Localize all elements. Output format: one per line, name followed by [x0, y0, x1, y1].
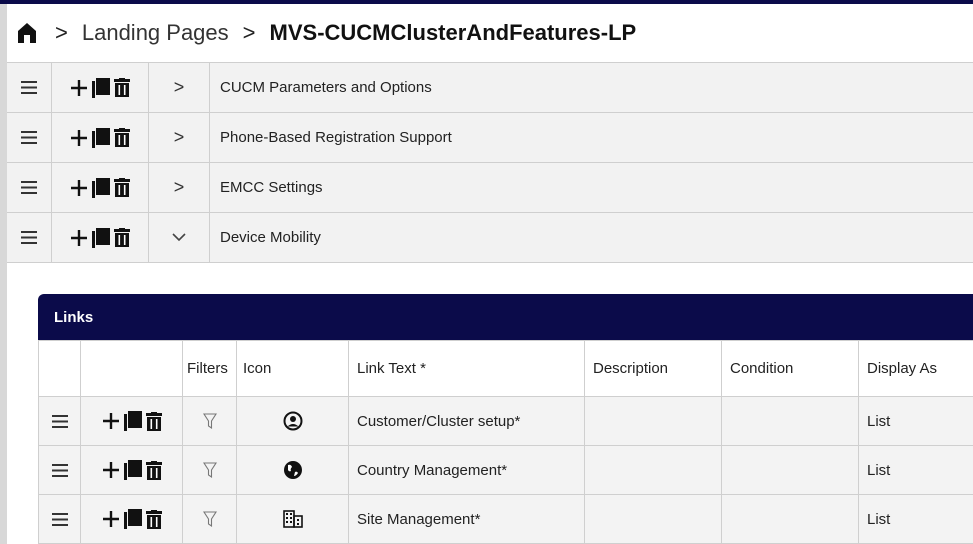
section-title[interactable]: Phone-Based Registration Support	[210, 113, 973, 162]
display-as-cell[interactable]: List	[858, 396, 973, 446]
section-title[interactable]: EMCC Settings	[210, 163, 973, 212]
description-cell[interactable]	[584, 494, 722, 544]
copy-icon[interactable]	[92, 77, 110, 98]
column-header-actions	[80, 340, 183, 397]
condition-cell[interactable]	[721, 445, 859, 495]
display-as-cell[interactable]: List	[858, 494, 973, 544]
column-header-drag	[38, 340, 81, 397]
drag-handle-icon[interactable]	[38, 445, 81, 495]
delete-icon[interactable]	[114, 78, 130, 97]
delete-icon[interactable]	[114, 128, 130, 147]
drag-handle-icon[interactable]	[38, 396, 81, 446]
section-row: > EMCC Settings	[7, 163, 973, 213]
drag-handle-icon[interactable]	[7, 63, 52, 112]
drag-handle-icon[interactable]	[7, 163, 52, 212]
row-actions	[52, 113, 149, 162]
row-actions	[52, 163, 149, 212]
add-icon[interactable]	[102, 461, 120, 479]
column-header-link-text[interactable]: Link Text *	[348, 340, 585, 397]
links-panel: Links Filters Icon Link Text * Descripti…	[38, 294, 973, 544]
filter-icon[interactable]	[182, 494, 237, 544]
row-actions	[80, 396, 183, 446]
add-icon[interactable]	[70, 229, 88, 247]
delete-icon[interactable]	[145, 509, 162, 529]
row-actions	[52, 63, 149, 112]
filter-icon[interactable]	[182, 396, 237, 446]
expand-chevron-icon[interactable]: >	[149, 63, 210, 112]
link-text-cell[interactable]: Customer/Cluster setup*	[348, 396, 585, 446]
description-cell[interactable]	[584, 396, 722, 446]
building-icon	[236, 494, 349, 544]
breadcrumb-landing-pages[interactable]: Landing Pages	[82, 20, 229, 46]
column-header-filters[interactable]: Filters	[182, 340, 237, 397]
copy-icon[interactable]	[123, 411, 142, 431]
description-cell[interactable]	[584, 445, 722, 495]
section-row: > Phone-Based Registration Support	[7, 113, 973, 163]
table-row: Site Management* List	[38, 494, 973, 544]
links-header: Links	[38, 294, 973, 340]
add-icon[interactable]	[70, 179, 88, 197]
delete-icon[interactable]	[114, 178, 130, 197]
collapse-chevron-icon[interactable]	[149, 213, 210, 262]
links-table: Filters Icon Link Text * Description Con…	[38, 340, 973, 544]
table-header-row: Filters Icon Link Text * Description Con…	[38, 340, 973, 397]
drag-handle-icon[interactable]	[38, 494, 81, 544]
display-as-cell[interactable]: List	[858, 445, 973, 495]
copy-icon[interactable]	[123, 509, 142, 529]
drag-handle-icon[interactable]	[7, 213, 52, 262]
breadcrumb-separator: >	[55, 20, 68, 45]
add-icon[interactable]	[70, 79, 88, 97]
row-actions	[52, 213, 149, 262]
section-row: > CUCM Parameters and Options	[7, 62, 973, 113]
home-icon[interactable]	[7, 4, 47, 62]
row-actions	[80, 445, 183, 495]
copy-icon[interactable]	[92, 177, 110, 198]
user-circle-icon	[236, 396, 349, 446]
filter-icon[interactable]	[182, 445, 237, 495]
expand-chevron-icon[interactable]: >	[149, 163, 210, 212]
column-header-icon[interactable]: Icon	[236, 340, 349, 397]
copy-icon[interactable]	[123, 460, 142, 480]
add-icon[interactable]	[102, 412, 120, 430]
drag-handle-icon[interactable]	[7, 113, 52, 162]
delete-icon[interactable]	[114, 228, 130, 247]
condition-cell[interactable]	[721, 396, 859, 446]
column-header-display-as[interactable]: Display As	[858, 340, 973, 397]
left-edge	[0, 4, 7, 544]
section-row: Device Mobility	[7, 213, 973, 263]
add-icon[interactable]	[102, 510, 120, 528]
copy-icon[interactable]	[92, 227, 110, 248]
section-title[interactable]: CUCM Parameters and Options	[210, 63, 973, 112]
column-header-description[interactable]: Description	[584, 340, 722, 397]
add-icon[interactable]	[70, 129, 88, 147]
table-row: Customer/Cluster setup* List	[38, 396, 973, 446]
link-text-cell[interactable]: Country Management*	[348, 445, 585, 495]
globe-icon	[236, 445, 349, 495]
table-row: Country Management* List	[38, 445, 973, 495]
expand-chevron-icon[interactable]: >	[149, 113, 210, 162]
delete-icon[interactable]	[145, 460, 162, 480]
breadcrumb-separator: >	[242, 20, 256, 45]
condition-cell[interactable]	[721, 494, 859, 544]
column-header-condition[interactable]: Condition	[721, 340, 859, 397]
copy-icon[interactable]	[92, 127, 110, 148]
link-text-cell[interactable]: Site Management*	[348, 494, 585, 544]
breadcrumb-current-page: MVS-CUCMClusterAndFeatures-LP	[269, 20, 637, 45]
breadcrumb: > Landing Pages > MVS-CUCMClusterAndFeat…	[7, 4, 973, 62]
delete-icon[interactable]	[145, 411, 162, 431]
row-actions	[80, 494, 183, 544]
section-accordion: > CUCM Parameters and Options > Phone-Ba…	[7, 62, 973, 263]
section-title[interactable]: Device Mobility	[210, 213, 973, 262]
